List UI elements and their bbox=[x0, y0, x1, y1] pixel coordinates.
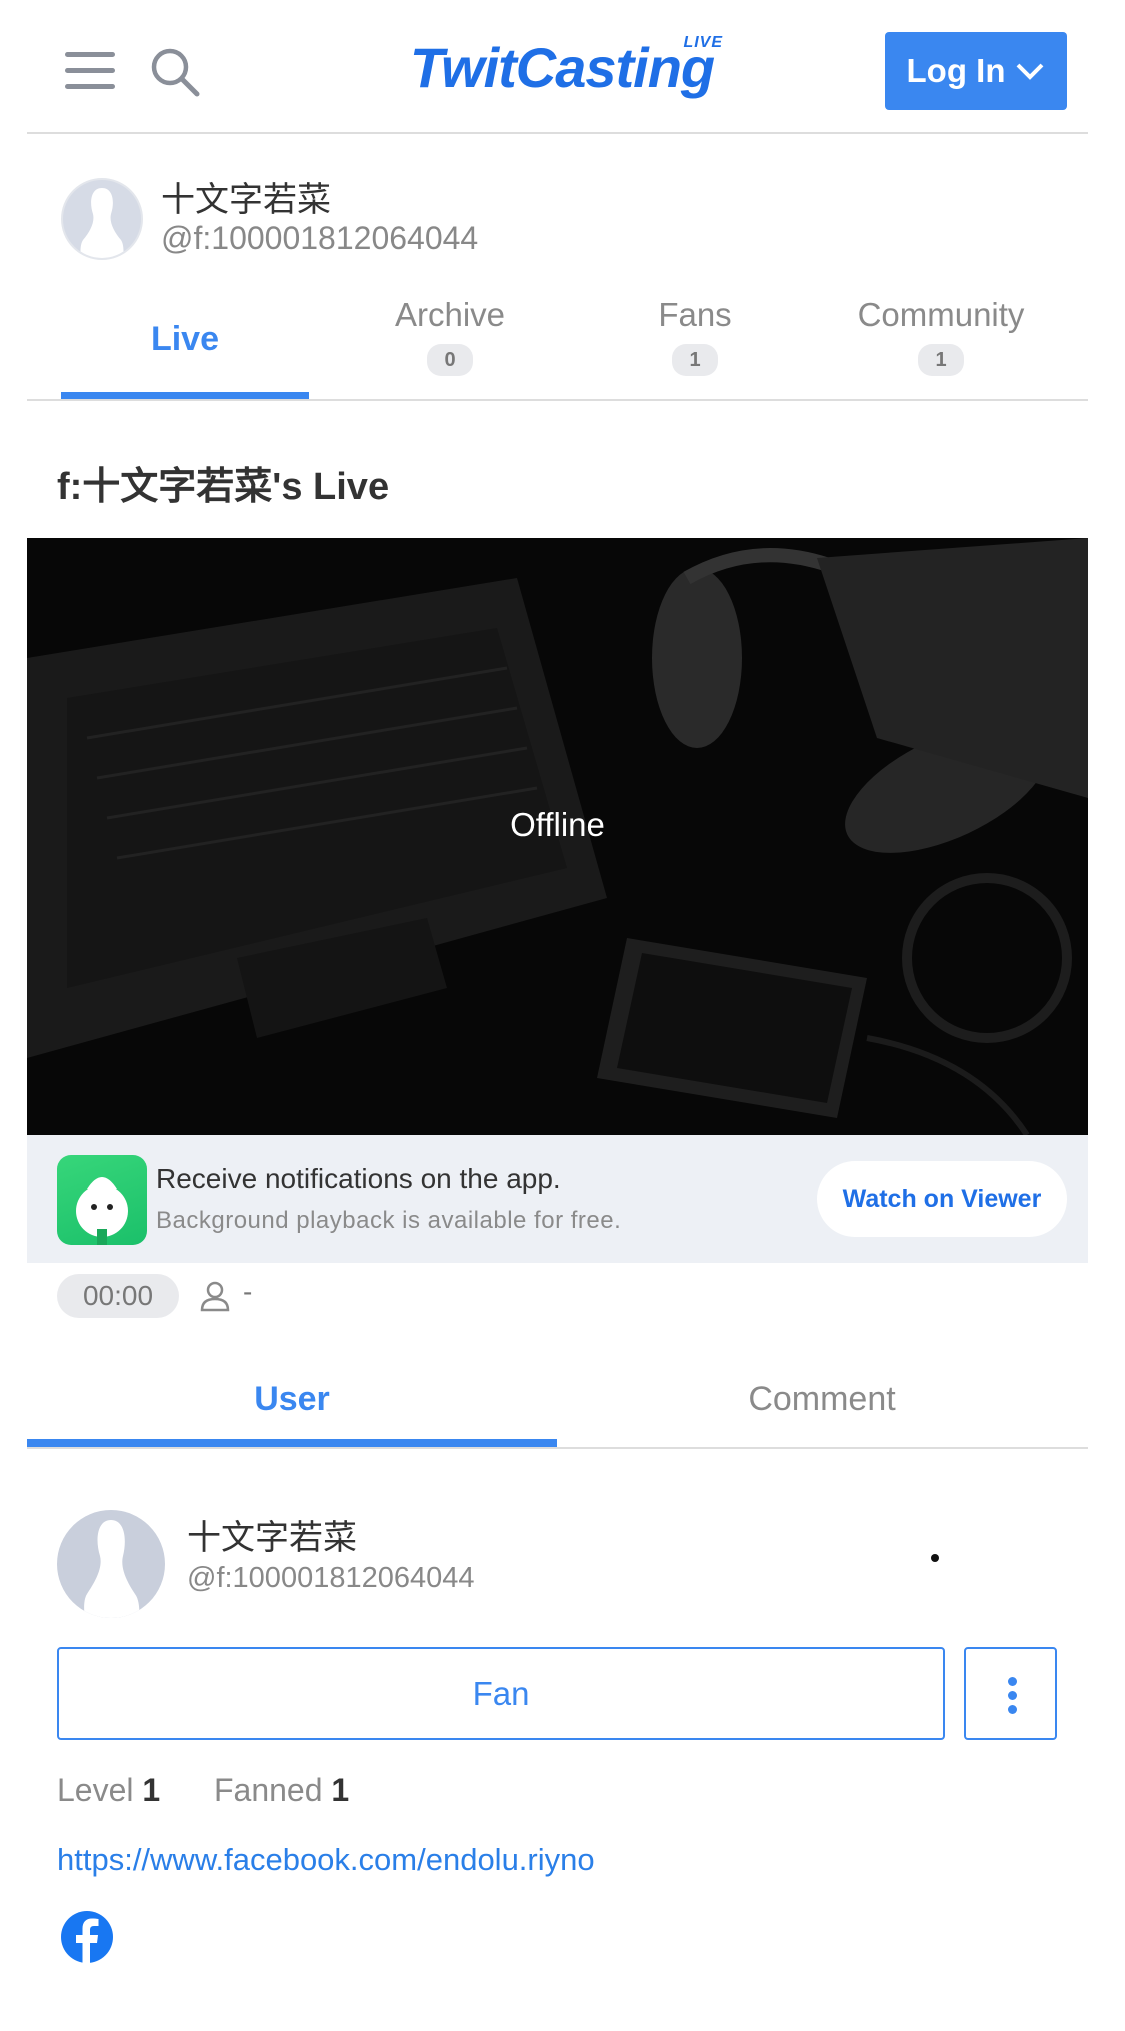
offline-status: Offline bbox=[510, 806, 605, 843]
top-header: TwitCasting LIVE Log In bbox=[27, 0, 1088, 134]
tab-label: Archive bbox=[394, 296, 506, 333]
more-vertical-icon[interactable] bbox=[964, 1647, 1057, 1740]
viewer-count: - bbox=[243, 1276, 253, 1307]
avatar[interactable] bbox=[57, 1510, 165, 1618]
notification-title: Receive notifications on the app. bbox=[156, 1163, 561, 1194]
twitcasting-logo[interactable]: TwitCasting LIVE bbox=[397, 28, 727, 108]
facebook-icon[interactable] bbox=[60, 1910, 114, 1964]
app-icon bbox=[57, 1155, 147, 1245]
level-label: Level bbox=[57, 1772, 134, 1808]
login-label: Log In bbox=[906, 52, 1006, 89]
user-handle: @f:100001812064044 bbox=[187, 1562, 475, 1594]
avatar[interactable] bbox=[61, 178, 143, 260]
fanned-value: 1 bbox=[331, 1772, 350, 1808]
logo-live-text: LIVE bbox=[683, 34, 723, 51]
fanned-label: Fanned bbox=[213, 1772, 323, 1808]
facebook-link[interactable]: https://www.facebook.com/endolu.riyno bbox=[57, 1842, 595, 1878]
notification-subtitle: Background playback is available for fre… bbox=[156, 1207, 622, 1234]
chevron-down-icon bbox=[1017, 63, 1044, 80]
tab-archive[interactable]: Archive 0 bbox=[326, 290, 574, 400]
tab-user[interactable]: User bbox=[27, 1380, 557, 1419]
tab-live[interactable]: Live bbox=[61, 290, 309, 400]
user-stats: Level 1 Fanned 1 bbox=[57, 1772, 349, 1809]
app-notification-banner: Receive notifications on the app. Backgr… bbox=[27, 1135, 1088, 1263]
status-dot bbox=[931, 1554, 939, 1562]
user-icon bbox=[200, 1281, 230, 1312]
watch-on-viewer-button[interactable]: Watch on Viewer bbox=[817, 1161, 1067, 1237]
level-value: 1 bbox=[142, 1772, 161, 1808]
page: TwitCasting LIVE Log In 十文字若菜 @f:1000018… bbox=[27, 0, 1088, 2031]
profile-handle: @f:100001812064044 bbox=[161, 220, 479, 256]
search-icon[interactable] bbox=[149, 46, 201, 98]
user-name: 十文字若菜 bbox=[187, 1519, 357, 1557]
divider bbox=[27, 1447, 1088, 1449]
menu-icon[interactable] bbox=[65, 52, 115, 90]
tab-comment[interactable]: Comment bbox=[557, 1380, 1087, 1419]
fan-button[interactable]: Fan bbox=[57, 1647, 945, 1740]
tab-label: Community bbox=[857, 296, 1025, 333]
tab-label: Fans bbox=[658, 296, 732, 333]
video-player[interactable]: Offline bbox=[27, 538, 1088, 1135]
logo-text: TwitCasting bbox=[409, 36, 715, 99]
login-button[interactable]: Log In bbox=[885, 32, 1067, 110]
profile-name: 十文字若菜 bbox=[161, 181, 331, 219]
tab-label: Live bbox=[150, 320, 220, 358]
stream-timer: 00:00 bbox=[57, 1274, 179, 1318]
count-badge: 0 bbox=[427, 344, 473, 376]
count-badge: 1 bbox=[918, 344, 964, 376]
profile-tabs: Live Archive 0 Fans 1 Community 1 bbox=[61, 290, 1088, 400]
tab-community[interactable]: Community 1 bbox=[817, 290, 1065, 400]
tab-fans[interactable]: Fans 1 bbox=[571, 290, 819, 400]
divider bbox=[27, 399, 1088, 401]
count-badge: 1 bbox=[672, 344, 718, 376]
live-title: f:十文字若菜's Live bbox=[57, 466, 390, 508]
